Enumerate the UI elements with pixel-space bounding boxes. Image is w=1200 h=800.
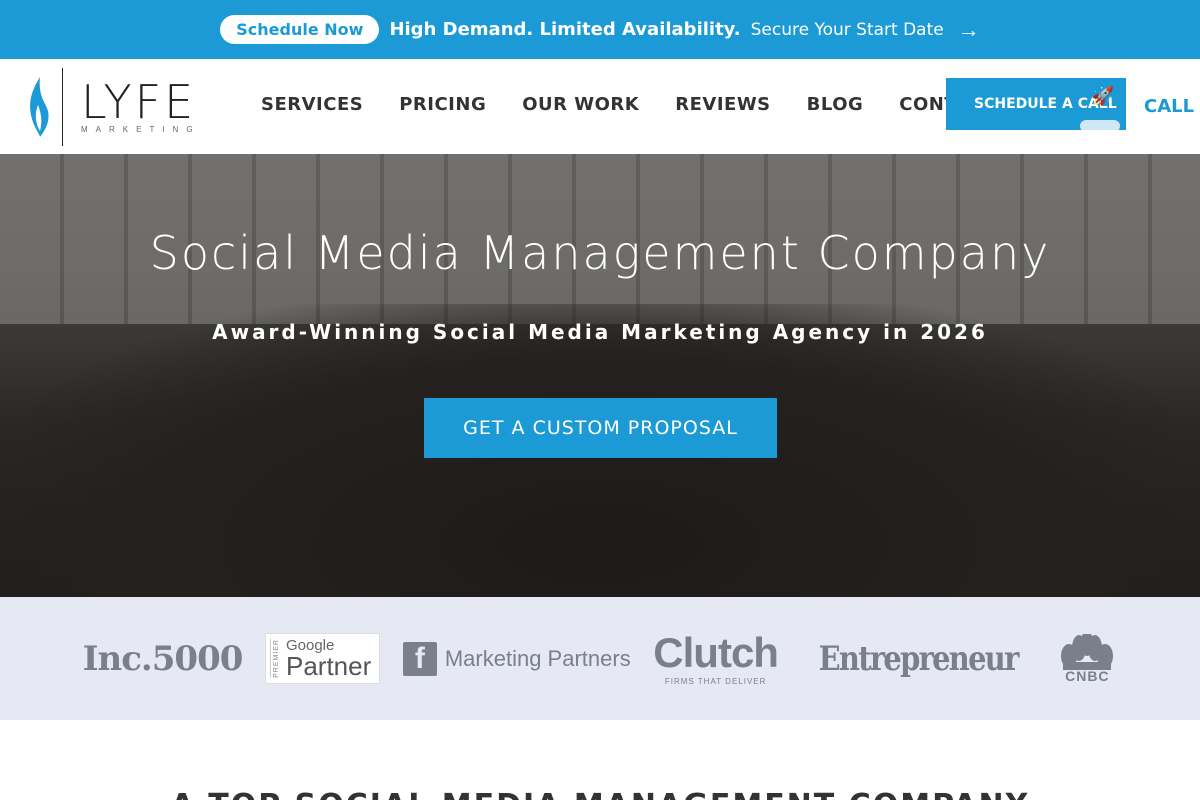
main-nav: SERVICES PRICING OUR WORK REVIEWS BLOG C… (261, 94, 997, 115)
promo-headline: High Demand. Limited Availability. (389, 19, 741, 40)
google-premier-label: PREMIER (269, 639, 280, 678)
clutch-tagline: FIRMS THAT DELIVER (664, 676, 767, 686)
arrow-right-icon[interactable]: → (958, 17, 980, 43)
google-partner-logo: PREMIER Google Partner (264, 633, 381, 684)
logo-wordmark: LYFE (81, 75, 197, 129)
schedule-now-button[interactable]: Schedule Now (220, 15, 380, 44)
peacock-icon (1061, 633, 1114, 670)
nav-pricing[interactable]: PRICING (399, 94, 486, 115)
logo[interactable]: LYFE MARKETING (26, 67, 201, 146)
rocket-icon: 🚀 (1091, 86, 1114, 107)
facebook-marketing-partners-logo: f Marketing Partners (402, 641, 631, 676)
nav-services[interactable]: SERVICES (261, 94, 363, 115)
cnbc-wordmark: CNBC (1065, 667, 1110, 684)
cloud-icon (1080, 120, 1120, 130)
custom-proposal-button[interactable]: GET A CUSTOM PROPOSAL (424, 398, 777, 458)
schedule-call-button[interactable]: SCHEDULE A CALL 🚀 (946, 78, 1126, 130)
partner-logos: Inc.5000 PREMIER Google Partner f Market… (0, 597, 1200, 720)
facebook-icon: f (402, 641, 437, 676)
nav-our-work[interactable]: OUR WORK (522, 94, 639, 115)
facebook-partner-label: Marketing Partners (444, 645, 631, 671)
hero-title: Social Media Management Company (149, 226, 1051, 280)
promo-cta-link[interactable]: Secure Your Start Date (751, 20, 944, 40)
entrepreneur-logo: Entrepreneur (818, 638, 1019, 679)
hero: Social Media Management Company Award-Wi… (0, 154, 1200, 597)
partner-label: Partner (285, 651, 372, 681)
site-header: LYFE MARKETING SERVICES PRICING OUR WORK… (0, 59, 1200, 154)
flame-icon (30, 76, 49, 137)
intro-section: A TOP SOCIAL MEDIA MANAGEMENT COMPANY (0, 720, 1200, 800)
inc-5000-logo: Inc.5000 (82, 638, 244, 679)
nav-reviews[interactable]: REVIEWS (675, 94, 770, 115)
clutch-logo: Clutch FIRMS THAT DELIVER (653, 628, 779, 686)
cnbc-logo: CNBC (1057, 633, 1117, 684)
logo-divider (62, 67, 63, 146)
logo-text: LYFE MARKETING (81, 79, 201, 134)
nav-blog[interactable]: BLOG (807, 94, 864, 115)
hero-subtitle: Award-Winning Social Media Marketing Age… (212, 320, 988, 344)
clutch-wordmark: Clutch (653, 628, 779, 676)
logo-subtitle: MARKETING (81, 125, 201, 134)
promo-bar: Schedule Now High Demand. Limited Availa… (0, 0, 1200, 59)
call-us-link[interactable]: CALL US (1144, 96, 1200, 117)
intro-heading: A TOP SOCIAL MEDIA MANAGEMENT COMPANY (0, 788, 1200, 800)
